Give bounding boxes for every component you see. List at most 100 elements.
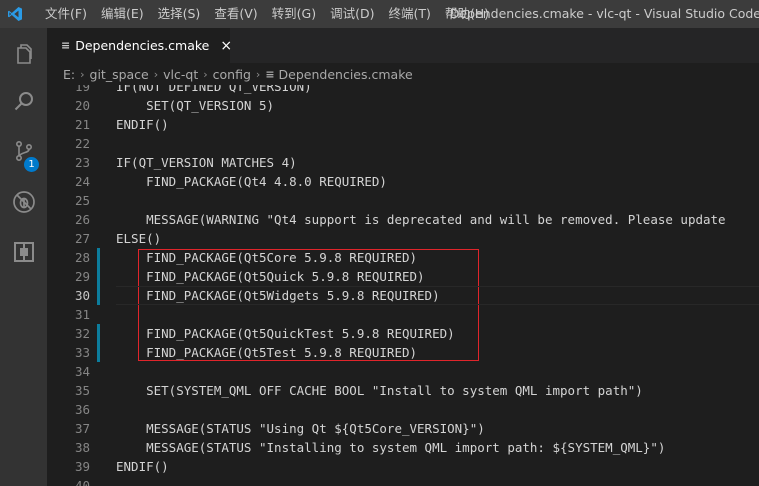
line-number: 20 (74, 98, 90, 113)
menu-item[interactable]: 转到(G) (265, 0, 323, 28)
menu-bar: 文件(F) 编辑(E) 选择(S) 查看(V) 转到(G) 调试(D) 终端(T) 帮助(H) (30, 0, 496, 28)
code-line[interactable]: 38 MESSAGE(STATUS "Installing to system … (47, 438, 759, 457)
modified-line-marker (97, 267, 100, 286)
line-number: 35 (74, 383, 90, 398)
window-title: Dependencies.cmake - vlc-qt - Visual Stu… (449, 6, 759, 21)
chevron-right-icon: › (203, 67, 208, 81)
line-number: 26 (74, 212, 90, 227)
line-number: 40 (74, 478, 90, 486)
code-line[interactable]: 30 FIND_PACKAGE(Qt5Widgets 5.9.8 REQUIRE… (47, 286, 759, 305)
debug-icon[interactable] (0, 182, 47, 222)
line-number: 36 (74, 402, 90, 417)
code-text: MESSAGE(STATUS "Installing to system QML… (116, 440, 666, 455)
menu-item[interactable]: 终端(T) (381, 0, 437, 28)
code-line[interactable]: 24 FIND_PACKAGE(Qt4 4.8.0 REQUIRED) (47, 172, 759, 191)
line-number: 19 (74, 85, 90, 94)
line-number: 37 (74, 421, 90, 436)
code-line[interactable]: 31 (47, 305, 759, 324)
tab-label: Dependencies.cmake (75, 38, 210, 53)
vscode-logo-icon[interactable] (0, 0, 30, 28)
modified-line-marker (97, 286, 100, 305)
title-bar: 文件(F) 编辑(E) 选择(S) 查看(V) 转到(G) 调试(D) 终端(T) 帮助(H)… (0, 0, 759, 28)
line-number: 32 (74, 326, 90, 341)
line-number: 39 (74, 459, 90, 474)
line-number: 34 (74, 364, 90, 379)
activity-bar: 1 (0, 28, 47, 486)
code-text: ENDIF() (116, 459, 169, 474)
code-line[interactable]: 20 SET(QT_VERSION 5) (47, 96, 759, 115)
menu-item[interactable]: 查看(V) (207, 0, 264, 28)
code-text: FIND_PACKAGE(Qt5Test 5.9.8 REQUIRED) (116, 345, 418, 360)
modified-line-marker (97, 343, 100, 362)
menu-item[interactable]: 选择(S) (151, 0, 208, 28)
code-line[interactable]: 23 IF(QT_VERSION MATCHES 4) (47, 153, 759, 172)
line-number: 22 (74, 136, 90, 151)
breadcrumb: E: › git_space › vlc-qt › config › ≡ Dep… (47, 63, 759, 85)
code-line[interactable]: 27 ELSE() (47, 229, 759, 248)
chevron-right-icon: › (255, 67, 261, 81)
tabs-bar: ≡ Dependencies.cmake × (47, 28, 759, 63)
breadcrumb-item[interactable]: vlc-qt (163, 67, 198, 82)
tab-dependencies-cmake[interactable]: ≡ Dependencies.cmake × (47, 28, 232, 63)
line-number: 24 (74, 174, 90, 189)
source-control-badge: 1 (24, 157, 39, 172)
code-line[interactable]: 35 SET(SYSTEM_QML OFF CACHE BOOL "Instal… (47, 381, 759, 400)
line-number: 21 (74, 117, 90, 132)
code-line[interactable]: 36 (47, 400, 759, 419)
code-text: SET(QT_VERSION 5) (116, 98, 275, 113)
code-line[interactable]: 19 IF(NOT DEFINED QT_VERSION) (47, 85, 759, 96)
file-lines-icon: ≡ (61, 39, 71, 52)
code-line[interactable]: 29 FIND_PACKAGE(Qt5Quick 5.9.8 REQUIRED) (47, 267, 759, 286)
code-line[interactable]: 21 ENDIF() (47, 115, 759, 134)
code-line[interactable]: 25 (47, 191, 759, 210)
line-number: 38 (74, 440, 90, 455)
line-number: 23 (74, 155, 90, 170)
file-lines-icon: ≡ (265, 67, 275, 81)
code-line[interactable]: 28 FIND_PACKAGE(Qt5Core 5.9.8 REQUIRED) (47, 248, 759, 267)
code-text: FIND_PACKAGE(Qt5Core 5.9.8 REQUIRED) (116, 250, 418, 265)
code-text: IF(QT_VERSION MATCHES 4) (116, 155, 297, 170)
line-number: 27 (74, 231, 90, 246)
code-line[interactable]: 39 ENDIF() (47, 457, 759, 476)
code-line[interactable]: 26 MESSAGE(WARNING "Qt4 support is depre… (47, 210, 759, 229)
modified-line-marker (97, 248, 100, 267)
source-control-icon[interactable]: 1 (0, 131, 47, 172)
code-text: FIND_PACKAGE(Qt5Widgets 5.9.8 REQUIRED) (116, 288, 440, 303)
explorer-icon[interactable] (0, 34, 47, 74)
line-number: 25 (74, 193, 90, 208)
line-number: 28 (74, 250, 90, 265)
code-text: FIND_PACKAGE(Qt4 4.8.0 REQUIRED) (116, 174, 387, 189)
code-line[interactable]: 34 (47, 362, 759, 381)
breadcrumb-item[interactable]: git_space (90, 67, 149, 82)
code-line[interactable]: 40 (47, 476, 759, 486)
breadcrumb-item[interactable]: Dependencies.cmake (279, 67, 413, 82)
extensions-icon[interactable] (0, 232, 47, 272)
search-icon[interactable] (0, 82, 47, 122)
close-icon[interactable]: × (220, 38, 232, 54)
code-line[interactable]: 32 FIND_PACKAGE(Qt5QuickTest 5.9.8 REQUI… (47, 324, 759, 343)
line-number: 31 (74, 307, 90, 322)
code-text: IF(NOT DEFINED QT_VERSION) (116, 85, 312, 94)
line-number: 30 (74, 288, 90, 303)
code-text: MESSAGE(WARNING "Qt4 support is deprecat… (116, 212, 726, 227)
modified-line-marker (97, 324, 100, 343)
menu-item[interactable]: 编辑(E) (94, 0, 151, 28)
code-line[interactable]: 37 MESSAGE(STATUS "Using Qt ${Qt5Core_VE… (47, 419, 759, 438)
chevron-right-icon: › (153, 67, 159, 81)
code-editor[interactable]: 19 IF(NOT DEFINED QT_VERSION) 20 SET(QT_VE… (47, 85, 759, 486)
chevron-right-icon: › (80, 67, 85, 81)
code-text: FIND_PACKAGE(Qt5QuickTest 5.9.8 REQUIRED… (116, 326, 455, 341)
menu-item[interactable]: 调试(D) (323, 0, 381, 28)
menu-item[interactable]: 文件(F) (38, 0, 94, 28)
code-line[interactable]: 33 FIND_PACKAGE(Qt5Test 5.9.8 REQUIRED) (47, 343, 759, 362)
line-number: 29 (74, 269, 90, 284)
code-text: ELSE() (116, 231, 162, 246)
code-text: ENDIF() (116, 117, 169, 132)
breadcrumb-item[interactable]: config (213, 67, 251, 82)
code-text: SET(SYSTEM_QML OFF CACHE BOOL "Install t… (116, 383, 643, 398)
breadcrumb-item[interactable]: E: (63, 67, 75, 82)
code-text: FIND_PACKAGE(Qt5Quick 5.9.8 REQUIRED) (116, 269, 425, 284)
line-number: 33 (74, 345, 90, 360)
code-text: MESSAGE(STATUS "Using Qt ${Qt5Core_VERSI… (116, 421, 485, 436)
code-line[interactable]: 22 (47, 134, 759, 153)
